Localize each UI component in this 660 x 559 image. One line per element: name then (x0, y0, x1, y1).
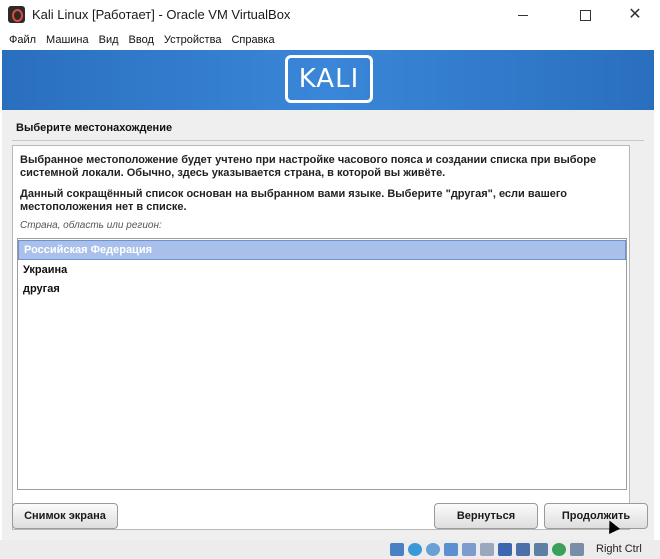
menu-input[interactable]: Ввод (128, 34, 155, 46)
menu-view[interactable]: Вид (98, 34, 120, 46)
list-prompt: Страна, область или регион: (20, 220, 162, 231)
virtualbox-app-icon (8, 6, 25, 23)
location-listbox[interactable]: Российская Федерация Украина другая (17, 238, 627, 490)
cpu-icon[interactable] (534, 543, 548, 556)
arrow-icon[interactable] (570, 543, 584, 556)
maximize-button[interactable] (562, 0, 608, 30)
description-paragraph-1: Выбранное местоположение будет учтено пр… (20, 154, 597, 179)
menu-devices[interactable]: Устройства (163, 34, 223, 46)
vm-display[interactable]: KALI Выберите местонахождение Выбранное … (2, 50, 654, 540)
window-titlebar: Kali Linux [Работает] - Oracle VM Virtua… (0, 0, 660, 30)
page-title: Выберите местонахождение (16, 122, 173, 134)
recording-icon[interactable] (516, 543, 530, 556)
vm-statusbar: Right Ctrl (0, 540, 660, 559)
back-button[interactable]: Вернуться (434, 503, 538, 529)
host-key-label: Right Ctrl (596, 543, 642, 555)
minimize-button[interactable] (500, 0, 546, 30)
divider (12, 140, 644, 141)
kali-banner: KALI (2, 50, 654, 110)
content-panel: Выбранное местоположение будет учтено пр… (12, 145, 630, 530)
menubar: Файл Машина Вид Ввод Устройства Справка (0, 30, 660, 50)
network-icon[interactable] (408, 543, 422, 556)
screen-icon[interactable] (498, 543, 512, 556)
maximize-icon (579, 9, 591, 21)
globe-icon[interactable] (552, 543, 566, 556)
display-icon[interactable] (480, 543, 494, 556)
drag-drop-icon[interactable] (462, 543, 476, 556)
shared-folder-icon[interactable] (444, 543, 458, 556)
close-icon: ✕ (628, 6, 642, 23)
list-item-other[interactable]: другая (18, 280, 626, 298)
menu-help[interactable]: Справка (230, 34, 275, 46)
menu-machine[interactable]: Машина (45, 34, 90, 46)
menu-file[interactable]: Файл (8, 34, 37, 46)
close-button[interactable]: ✕ (612, 0, 658, 30)
list-item-russia[interactable]: Российская Федерация (18, 240, 626, 260)
screenshot-button[interactable]: Снимок экрана (12, 503, 118, 529)
minimize-icon (518, 14, 528, 16)
list-item-ukraine[interactable]: Украина (18, 261, 626, 279)
audio-icon[interactable] (390, 543, 404, 556)
window-title: Kali Linux [Работает] - Oracle VM Virtua… (32, 7, 291, 22)
description-paragraph-2: Данный сокращённый список основан на выб… (20, 188, 568, 213)
usb-icon[interactable] (426, 543, 440, 556)
continue-button[interactable]: Продолжить (544, 503, 648, 529)
kali-logo: KALI (285, 55, 373, 103)
